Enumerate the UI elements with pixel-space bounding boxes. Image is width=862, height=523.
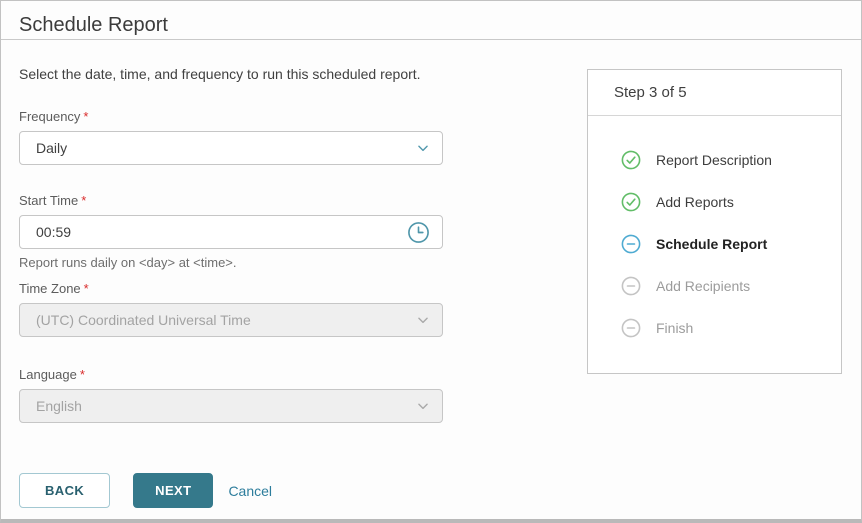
dash-circle-icon: [621, 276, 641, 296]
wizard-step-label: Report Description: [656, 152, 772, 168]
language-select: English: [19, 389, 443, 423]
wizard-step-label: Finish: [656, 320, 694, 336]
dash-circle-icon: [621, 234, 641, 254]
frequency-select[interactable]: Daily: [19, 131, 443, 165]
wizard-step-add-recipients: Add Recipients: [621, 276, 831, 296]
clock-icon[interactable]: [407, 221, 430, 244]
frequency-value: Daily: [36, 140, 68, 156]
required-asterisk: *: [83, 281, 89, 296]
chevron-down-icon: [416, 313, 430, 327]
check-circle-icon: [621, 150, 641, 170]
wizard-step-label: Schedule Report: [656, 236, 768, 252]
time-zone-value: (UTC) Coordinated Universal Time: [36, 312, 251, 328]
wizard-step-label: Add Recipients: [656, 278, 751, 294]
chevron-down-icon: [416, 399, 430, 413]
dash-circle-icon: [621, 318, 641, 338]
chevron-down-icon: [416, 141, 430, 155]
wizard-step-label: Add Reports: [656, 194, 734, 210]
time-zone-select: (UTC) Coordinated Universal Time: [19, 303, 443, 337]
wizard-step-counter: Step 3 of 5: [588, 70, 841, 116]
required-asterisk: *: [81, 193, 87, 208]
wizard-step-add-reports: Add Reports: [621, 192, 831, 212]
cancel-link[interactable]: Cancel: [228, 483, 272, 499]
page-header: Schedule Report: [1, 1, 861, 40]
wizard-step-panel: Step 3 of 5 Report Description Add Repor…: [587, 69, 842, 374]
back-button[interactable]: BACK: [19, 473, 111, 508]
required-asterisk: *: [79, 367, 85, 382]
start-time-value: 00:59: [36, 224, 72, 240]
language-field-group: Language * English: [19, 367, 843, 423]
page-title: Schedule Report: [19, 14, 168, 36]
start-time-input[interactable]: 00:59: [19, 215, 443, 249]
required-asterisk: *: [83, 109, 89, 124]
schedule-report-page: { "page": { "title": "Schedule Report" }…: [0, 0, 862, 523]
language-value: English: [36, 398, 82, 414]
action-button-row: BACK NEXT Cancel: [19, 473, 843, 508]
wizard-step-finish: Finish: [621, 318, 831, 338]
wizard-step-list: Report Description Add Reports Schedule …: [588, 116, 841, 373]
wizard-step-schedule-report: Schedule Report: [621, 234, 831, 254]
check-circle-icon: [621, 192, 641, 212]
wizard-step-report-description: Report Description: [621, 150, 831, 170]
next-button[interactable]: NEXT: [133, 473, 214, 508]
